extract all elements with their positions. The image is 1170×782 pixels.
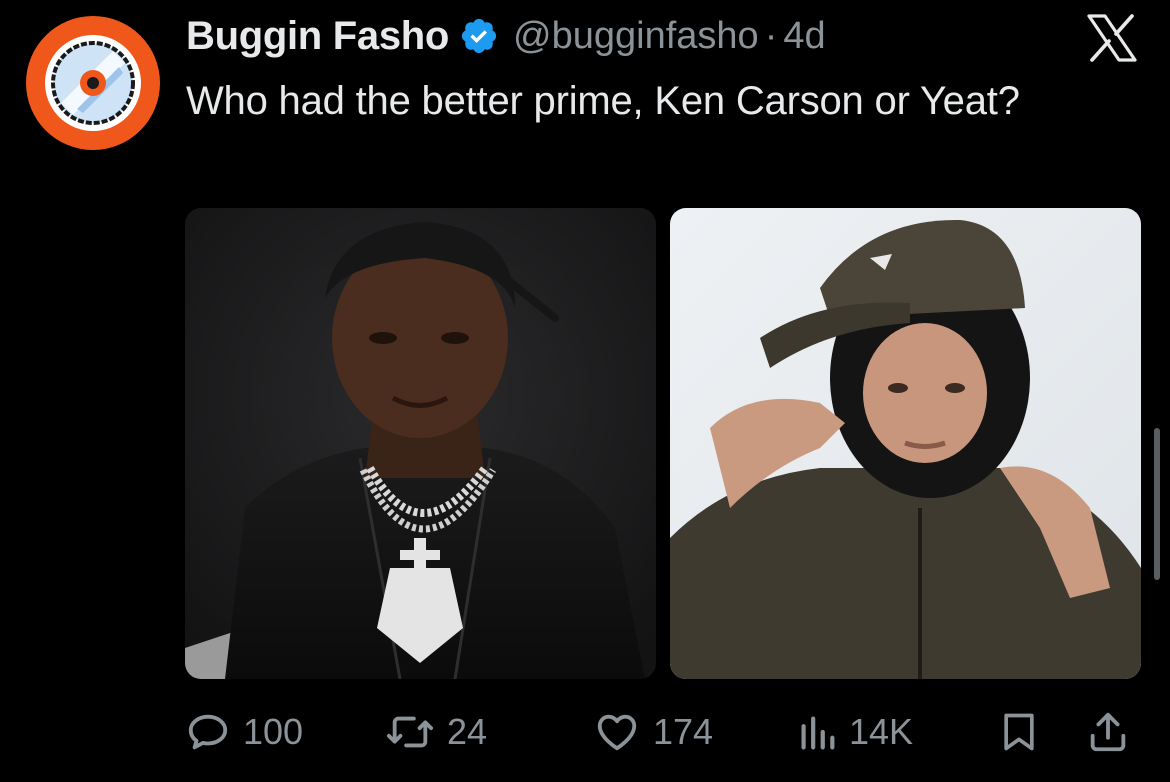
like-count: 174 <box>653 711 714 752</box>
reply-icon <box>185 709 231 755</box>
scrollbar[interactable] <box>1154 428 1160 580</box>
tweet-image-2[interactable] <box>670 208 1141 679</box>
user-handle[interactable]: @bugginfasho <box>513 15 759 58</box>
separator-dot: · <box>764 14 778 57</box>
view-count: 14K <box>849 711 914 752</box>
tweet-card[interactable]: Buggin Fasho @bugginfasho · 4d Who had t… <box>0 0 1170 782</box>
pixel-disc-logo-icon <box>45 35 141 131</box>
like-button[interactable]: 174 <box>593 706 713 758</box>
share-button[interactable] <box>1085 706 1131 758</box>
x-logo-icon <box>1086 14 1138 62</box>
tweet-image-1[interactable] <box>185 208 656 679</box>
tweet-text: Who had the better prime, Ken Carson or … <box>186 79 1020 123</box>
timestamp[interactable]: 4d <box>783 15 825 58</box>
display-name[interactable]: Buggin Fasho <box>186 14 449 59</box>
bookmark-button[interactable] <box>997 706 1041 758</box>
reply-button[interactable]: 100 <box>185 706 303 758</box>
avatar[interactable] <box>26 16 160 150</box>
reply-count: 100 <box>243 711 304 752</box>
views-chart-icon <box>797 709 837 755</box>
retweet-button[interactable]: 24 <box>385 706 487 758</box>
share-icon <box>1085 709 1131 755</box>
photo-man-dark-jacket-chains-icon <box>185 208 656 679</box>
tweet-actions: 100 24 174 14K <box>185 706 1140 758</box>
views-button[interactable]: 14K <box>797 706 913 758</box>
heart-icon <box>593 709 641 755</box>
tweet-header: Buggin Fasho @bugginfasho · 4d <box>186 12 826 60</box>
retweet-icon <box>385 709 435 755</box>
bookmark-icon <box>997 709 1041 755</box>
verified-badge-icon <box>459 16 499 56</box>
retweet-count: 24 <box>447 711 488 752</box>
photo-man-cap-balaclava-icon <box>670 208 1141 679</box>
